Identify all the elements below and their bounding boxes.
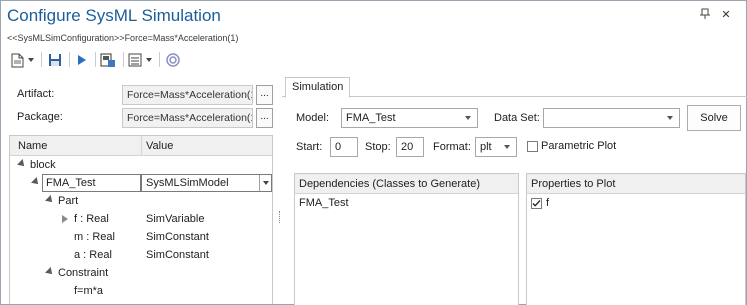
chevron-down-icon <box>667 116 673 120</box>
model-select[interactable]: FMA_Test <box>341 108 478 128</box>
window-title: Configure SysML Simulation <box>7 6 221 25</box>
tree-row[interactable]: Part <box>10 192 272 210</box>
tree-node-value: SimConstant <box>146 249 209 261</box>
chevron-down-icon <box>504 145 510 149</box>
parametric-plot-label: Parametric Plot <box>541 140 617 152</box>
format-select[interactable]: plt <box>475 137 517 157</box>
right-pane: Simulation Model: FMA_Test Data Set: Sol… <box>282 73 747 305</box>
dependencies-header: Dependencies (Classes to Generate) <box>295 174 518 194</box>
toolbar-separator <box>123 52 124 67</box>
package-browse-button[interactable]: ... <box>256 108 273 128</box>
run-icon[interactable] <box>75 51 89 69</box>
tab-simulation[interactable]: Simulation <box>285 77 351 98</box>
pin-icon[interactable] <box>698 8 712 22</box>
dropdown-arrow-icon[interactable] <box>27 51 35 69</box>
column-header-name[interactable]: Name <box>18 140 47 152</box>
tree-node-name: a : Real <box>74 249 112 261</box>
left-pane: Artifact: Force=Mass*Acceleration(1) ...… <box>5 73 276 304</box>
tree-node-name: block <box>30 159 56 171</box>
start-input[interactable]: 0 <box>330 137 358 157</box>
package-field[interactable]: Force=Mass*Acceleration(1) <box>122 108 253 128</box>
model-select-value: FMA_Test <box>346 112 396 124</box>
tree-node-value: SimVariable <box>146 213 205 225</box>
expand-open-icon[interactable] <box>45 267 55 277</box>
close-icon[interactable]: ✕ <box>719 8 733 22</box>
artifact-label: Artifact: <box>17 88 55 100</box>
format-label: Format: <box>433 141 471 153</box>
tree-node-name: f : Real <box>74 213 109 225</box>
tree-node-name: m : Real <box>74 231 115 243</box>
tree-node-name: Part <box>58 195 79 207</box>
toolbar-separator <box>69 52 70 67</box>
tree-row[interactable]: block <box>10 156 272 174</box>
stop-input[interactable]: 20 <box>396 137 424 157</box>
check-icon <box>532 200 541 207</box>
dataset-select[interactable] <box>543 108 680 128</box>
chevron-down-icon <box>263 181 269 185</box>
tree-node-name: Constraint <box>58 267 109 279</box>
tree-row[interactable]: m : Real SimConstant <box>10 228 272 246</box>
properties-tree-grid: Name Value block FMA_Test SysMLSimModel <box>9 135 273 304</box>
solve-button[interactable]: Solve <box>687 105 741 131</box>
toolbar-separator <box>95 52 96 67</box>
artifact-browse-button[interactable]: ... <box>256 85 273 105</box>
tree-row-selected[interactable]: FMA_Test SysMLSimModel <box>10 174 272 192</box>
tree-node-value: SimConstant <box>146 231 209 243</box>
toolbar <box>5 49 305 71</box>
value-dropdown-button[interactable] <box>259 175 271 191</box>
dependency-item[interactable]: FMA_Test <box>299 197 349 209</box>
plot-item-label: f <box>546 197 550 209</box>
help-icon[interactable] <box>165 51 181 69</box>
tree-row[interactable]: Constraint <box>10 264 272 282</box>
artifact-field[interactable]: Force=Mass*Acceleration(1) <box>122 85 253 105</box>
plot-item-checkbox[interactable] <box>531 198 542 209</box>
expand-closed-icon[interactable] <box>62 215 68 223</box>
tree-row[interactable]: a : Real SimConstant <box>10 246 272 264</box>
tree-node-value: SysMLSimModel <box>146 177 229 189</box>
start-label: Start: <box>296 141 323 153</box>
parametric-plot-checkbox[interactable] <box>527 141 538 152</box>
dropdown-arrow-icon[interactable] <box>145 51 153 69</box>
tree-header: Name Value <box>10 136 272 156</box>
tree-node-name: f=m*a <box>74 285 104 297</box>
column-header-value[interactable]: Value <box>146 140 173 152</box>
configure-simulation-window: Configure SysML Simulation <<SysMLSimCon… <box>0 0 747 305</box>
dataset-label: Data Set: <box>494 112 540 124</box>
dependencies-panel: Dependencies (Classes to Generate) FMA_T… <box>294 173 519 305</box>
tree-node-name: FMA_Test <box>46 177 96 189</box>
toolbar-separator <box>41 52 42 67</box>
save-icon[interactable] <box>47 51 63 69</box>
pane-splitter[interactable] <box>279 211 281 223</box>
plot-properties-header: Properties to Plot <box>527 174 745 194</box>
model-label: Model: <box>296 112 330 124</box>
chevron-down-icon <box>465 116 471 120</box>
package-label: Package: <box>17 111 63 123</box>
format-select-value: plt <box>480 141 492 153</box>
new-document-icon[interactable] <box>9 51 25 69</box>
export-icon[interactable] <box>99 51 117 69</box>
expand-open-icon[interactable] <box>31 177 41 187</box>
column-divider <box>141 136 142 156</box>
list-icon[interactable] <box>127 51 143 69</box>
expand-open-icon[interactable] <box>45 195 55 205</box>
toolbar-separator <box>159 52 160 67</box>
stop-label: Stop: <box>365 141 391 153</box>
tab-strip: Simulation <box>282 77 747 98</box>
plot-properties-panel: Properties to Plot f <box>526 173 746 305</box>
tree-row[interactable]: f : Real SimVariable <box>10 210 272 228</box>
expand-open-icon[interactable] <box>17 159 27 169</box>
tree-row[interactable]: f=m*a <box>10 282 272 300</box>
window-subtitle: <<SysMLSimConfiguration>>Force=Mass*Acce… <box>7 33 239 43</box>
